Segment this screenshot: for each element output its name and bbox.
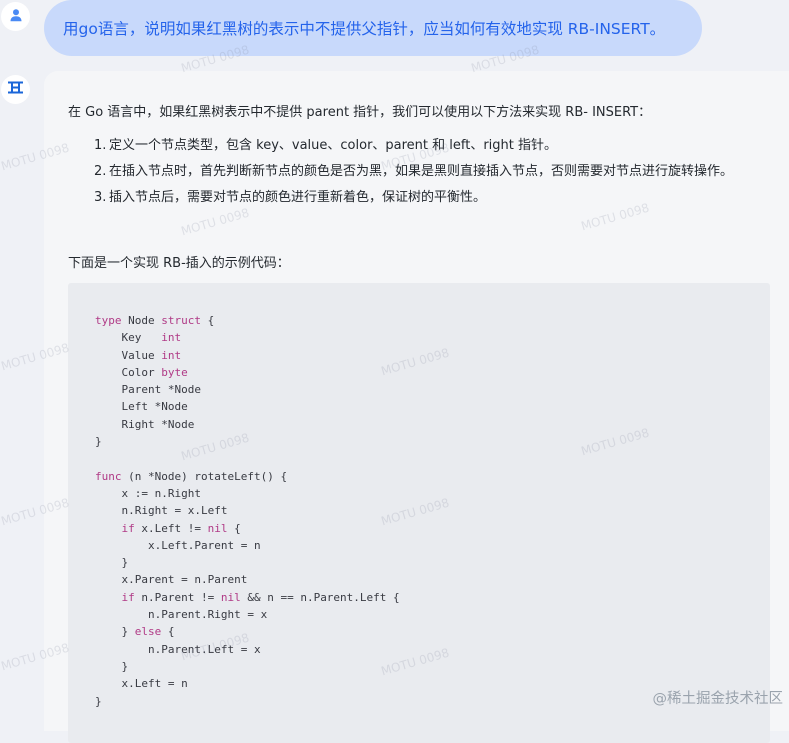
code-line: } [95,556,129,570]
code-line: n.Parent.Right = x [95,608,268,622]
list-item-number: 3. [94,190,107,205]
code-line: func (n *Node) rotateLeft() { [95,469,288,483]
site-watermark: @稀土掘金技术社区 [652,691,784,707]
code-line: } else { [95,625,175,639]
code-line: } [95,694,102,708]
code-line: if x.Left != nil { [121,521,241,535]
code-line: } [95,435,102,449]
code-line: Color byte [95,365,188,379]
user-message-bubble: 用go语言，说明如果红黑树的表示中不提供父指针，应当如何有效地实现 RB-INS… [44,0,702,56]
code-line: type Node struct { [95,314,215,327]
list-item-number: 1. [94,138,107,153]
answer-intro: 在 Go 语言中，如果红黑树表示中不提供 parent 指针，我们可以使用以下方… [68,105,652,120]
user-avatar [1,2,30,31]
user-icon [9,7,23,26]
user-message-text: 用go语言，说明如果红黑树的表示中不提供父指针，应当如何有效地实现 RB-INS… [63,20,666,38]
code-line: x.Left = n [95,677,188,691]
assistant-logo-icon [7,80,24,99]
code-content: type Node struct { Key int Value int Col… [95,312,400,710]
code-line: x.Parent = n.Parent [95,573,248,587]
code-block[interactable]: type Node struct { Key int Value int Col… [68,283,770,743]
code-line: x.Left.Parent = n [95,538,261,552]
list-item: 3. 插入节点后，需要对节点的颜色进行重新着色，保证树的平衡性。 [94,186,764,210]
code-line: n.Right = x.Left [95,504,228,518]
code-intro: 下面是一个实现 RB-插入的示例代码： [68,256,290,271]
code-line: Right *Node [95,417,195,431]
code-line: Left *Node [95,400,188,414]
steps-list: 1. 定义一个节点类型，包含 key、value、color、parent 和 … [94,134,764,210]
list-item-number: 2. [94,164,107,179]
code-line: Value int [95,348,182,362]
assistant-avatar [1,75,30,104]
list-item: 2. 在插入节点时，首先判断新节点的颜色是否为黑，如果是黑则直接插入节点，否则需… [94,160,764,184]
code-line: Parent *Node [95,383,201,397]
assistant-message: 在 Go 语言中，如果红黑树表示中不提供 parent 指针，我们可以使用以下方… [44,71,789,743]
list-item-text: 定义一个节点类型，包含 key、value、color、parent 和 lef… [109,138,558,153]
list-item-text: 在插入节点时，首先判断新节点的颜色是否为黑，如果是黑则直接插入节点，否则需要对节… [109,164,734,179]
list-item: 1. 定义一个节点类型，包含 key、value、color、parent 和 … [94,134,764,158]
code-line: if n.Parent != nil && n == n.Parent.Left… [121,590,400,604]
code-line: Key int [95,331,182,345]
list-item-text: 插入节点后，需要对节点的颜色进行重新着色，保证树的平衡性。 [109,190,487,205]
code-line: } [95,659,129,673]
code-line: n.Parent.Left = x [95,642,261,656]
code-line: x := n.Right [95,486,201,500]
